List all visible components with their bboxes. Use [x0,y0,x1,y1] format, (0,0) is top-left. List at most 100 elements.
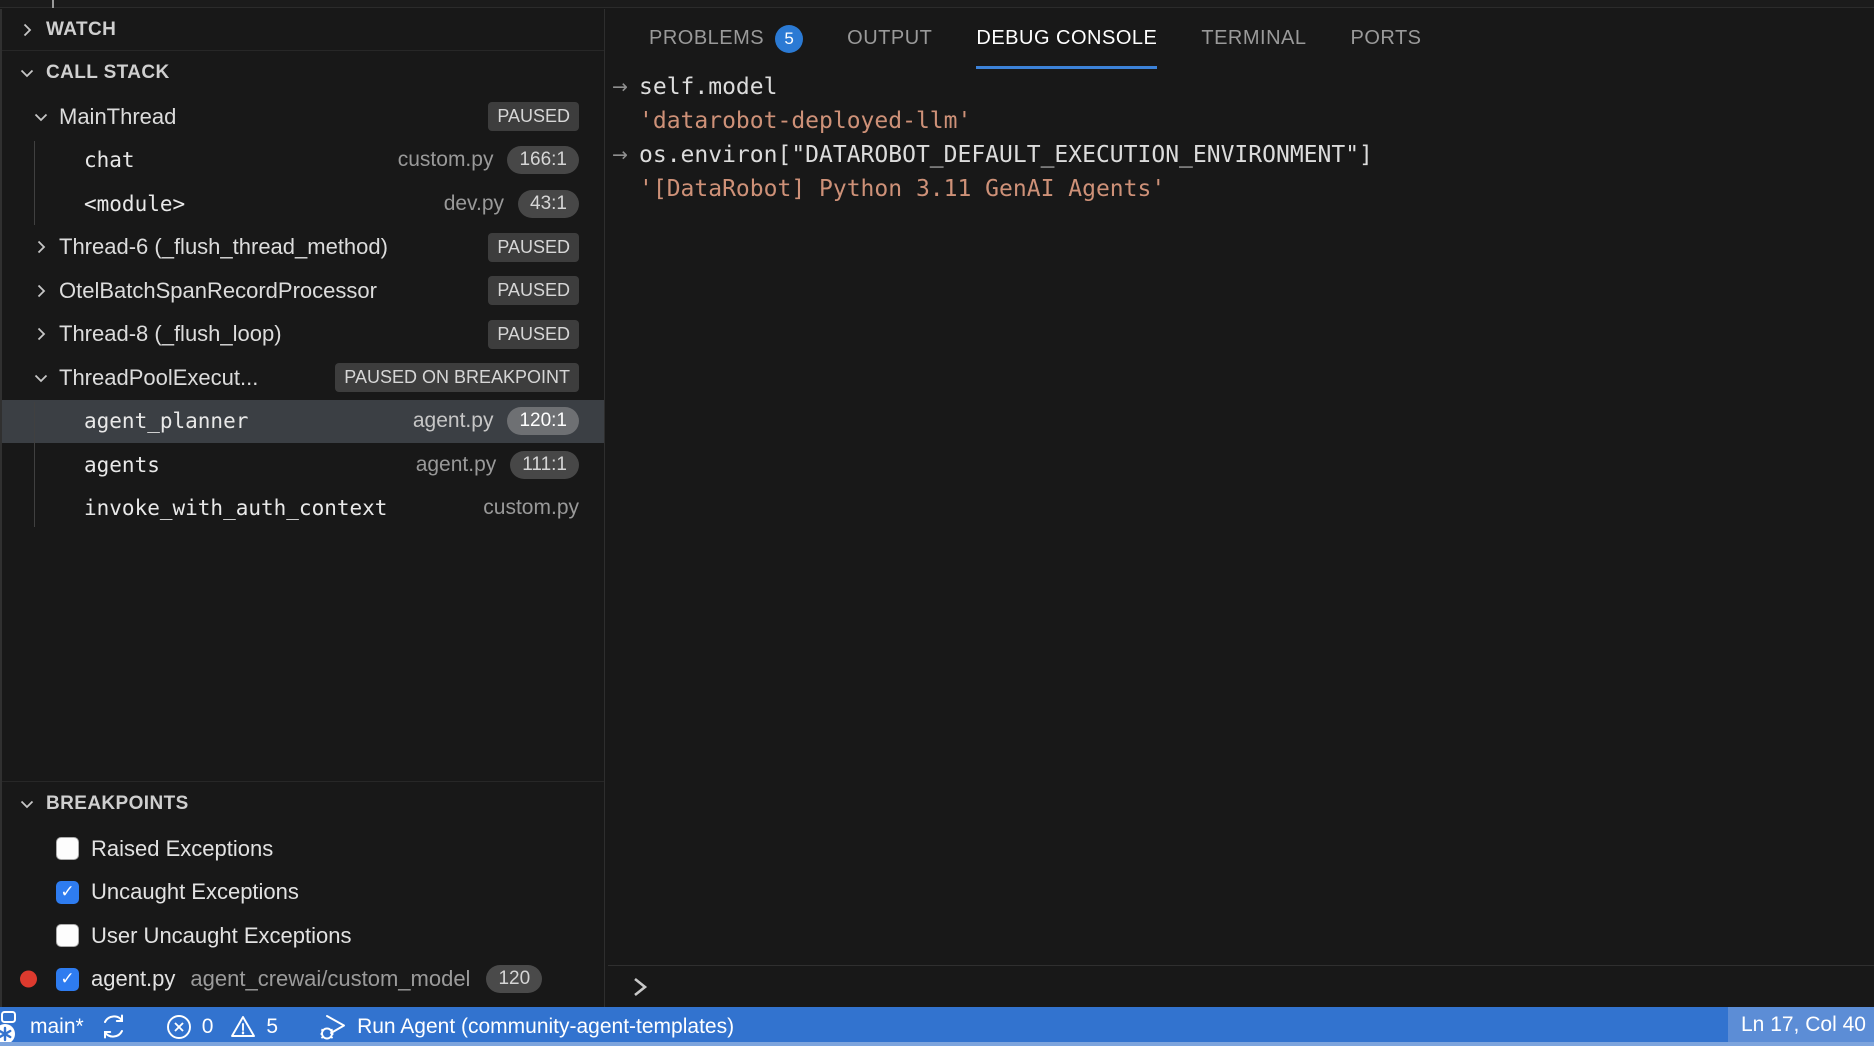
problems-count-badge: 5 [775,25,803,53]
breakpoint-line-badge: 120 [486,965,542,993]
run-config-label[interactable]: Run Agent (community-agent-templates) [357,1015,734,1039]
checkbox-unchecked[interactable] [56,837,79,860]
thread-status-badge: PAUSED [488,320,579,349]
chevron-right-icon [33,239,49,255]
panel-top-edge [0,0,1874,8]
checkbox-checked[interactable]: ✓ [56,881,79,904]
breakpoint-row[interactable]: User Uncaught Exceptions [2,914,604,958]
chevron-right-icon [33,283,49,299]
cursor-position-button[interactable]: Ln 17, Col 40 [1728,1007,1874,1042]
tab-terminal[interactable]: TERMINAL [1201,9,1306,68]
panel-tab-bar: PROBLEMS 5 OUTPUT DEBUG CONSOLE TERMINAL PORT… [608,9,1874,68]
call-stack-thread-row[interactable]: MainThreadPAUSED [2,95,604,139]
checkbox-unchecked[interactable] [56,924,79,947]
thread-name: MainThread [59,104,176,130]
debug-run-icon[interactable] [318,1013,348,1041]
window-bottom-edge [0,1042,1874,1046]
tab-label: PORTS [1350,27,1421,50]
chevron-down-icon [33,370,49,386]
cursor-position-label: Ln 17, Col 40 [1741,1013,1866,1037]
call-stack-section-header[interactable]: CALL STACK [2,52,604,94]
sync-icon[interactable] [100,1013,127,1040]
watch-section-header[interactable]: WATCH [2,9,604,51]
debug-console-output: →self.model 'datarobot-deployed-llm' → os.e… [608,70,1874,206]
breakpoints-section-title: BREAKPOINTS [46,793,189,815]
branch-name-label[interactable]: main* [30,1015,84,1039]
frame-name: <module> [84,192,185,216]
frame-location-badge: 111:1 [510,451,579,479]
thread-status-badge: PAUSED [488,233,579,262]
call-stack-frame-row[interactable]: chat custom.py 166:1 [2,139,604,183]
console-result: 'datarobot-deployed-llm' [608,104,1874,138]
call-stack-frame-row[interactable]: agent_planneragent.py120:1 [2,400,604,444]
thread-status-badge: PAUSED ON BREAKPOINT [335,363,579,392]
scroll-tick [52,0,54,8]
breakpoint-label: agent.py [91,966,175,992]
warning-count[interactable]: 5 [266,1015,278,1039]
breakpoint-row[interactable]: Raised Exceptions [2,827,604,871]
frame-file-name: custom.py [483,496,579,520]
error-count[interactable]: 0 [202,1015,214,1039]
breakpoint-label: Uncaught Exceptions [91,879,299,905]
frame-file-name: agent.py [413,409,494,433]
frame-name: agents [84,453,160,477]
breakpoints-list: Raised Exceptions ✓ Uncaught Exceptions Use… [2,827,604,1001]
tab-problems[interactable]: PROBLEMS 5 [649,9,803,68]
console-input-echo: → os.environ["DATAROBOT_DEFAULT_EXECUTION… [608,138,1874,172]
frame-file-name: custom.py [398,148,494,172]
call-stack-section-title: CALL STACK [46,62,170,84]
call-stack-frame-row[interactable]: <module>dev.py43:1 [2,182,604,226]
indent-guide [34,141,35,225]
breakpoint-row[interactable]: ✓ Uncaught Exceptions [2,871,604,915]
breakpoint-dot-icon [20,971,37,988]
breakpoints-section-header[interactable]: BREAKPOINTS [2,783,604,825]
call-stack-frame-row[interactable]: agents agent.py 111:1 [2,443,604,487]
thread-status-badge: PAUSED [488,276,579,305]
call-stack-thread-row[interactable]: Thread-8 (_flush_loop)PAUSED [2,313,604,357]
section-divider [2,781,604,782]
git-branch-icon[interactable] [0,1009,26,1045]
checkbox-checked[interactable]: ✓ [56,968,79,991]
input-arrow-icon: → [612,76,628,98]
tab-label: PROBLEMS [649,27,764,50]
debug-side-panel: WATCH CALL STACK MainThreadPAUSEDchatcus… [0,9,605,1007]
chevron-down-icon [19,796,35,812]
tab-label: DEBUG CONSOLE [976,27,1157,50]
console-text: '[DataRobot] Python 3.11 GenAI Agents' [639,176,1165,202]
breakpoint-path: agent_crewai/custom_model [190,966,470,992]
input-arrow-icon: → [612,144,628,166]
breakpoint-label: Raised Exceptions [91,836,273,862]
tab-label: OUTPUT [847,27,932,50]
call-stack-frame-row[interactable]: invoke_with_auth_contextcustom.py [2,487,604,531]
tab-ports[interactable]: PORTS [1350,9,1421,68]
frame-name: chat [84,148,135,172]
prompt-chevron-icon [630,975,650,999]
console-text: 'datarobot-deployed-llm' [639,108,971,134]
frame-location-badge: 120:1 [507,407,579,435]
indent-guide [34,402,35,527]
call-stack-thread-row[interactable]: ThreadPoolExecut... PAUSED ON BREAKPOINT [2,356,604,400]
tab-label: TERMINAL [1201,27,1306,50]
status-bar: main* 0 5 [0,1007,1874,1046]
call-stack-list: MainThreadPAUSEDchatcustom.py166:1<modul… [2,95,604,530]
console-input-echo: →self.model [608,70,1874,104]
thread-name: OtelBatchSpanRecordProcessor [59,278,377,304]
debug-console-input[interactable] [608,965,1874,1007]
breakpoint-label: User Uncaught Exceptions [91,923,351,949]
tab-output[interactable]: OUTPUT [847,9,932,68]
frame-location-badge: 166:1 [507,146,579,174]
call-stack-thread-row[interactable]: Thread-6 (_flush_thread_method)PAUSED [2,226,604,270]
chevron-right-icon [33,326,49,342]
chevron-right-icon [19,22,35,38]
call-stack-thread-row[interactable]: OtelBatchSpanRecordProcessor PAUSED [2,269,604,313]
breakpoint-row[interactable]: ✓ agent.py agent_crewai/custom_model 120 [2,958,604,1002]
frame-file-name: dev.py [444,192,504,216]
console-result: '[DataRobot] Python 3.11 GenAI Agents' [608,172,1874,206]
frame-file-name: agent.py [416,453,497,477]
thread-name: ThreadPoolExecut... [59,365,258,391]
errors-icon[interactable] [165,1013,193,1041]
warnings-icon[interactable] [229,1013,257,1041]
bottom-panel: PROBLEMS 5 OUTPUT DEBUG CONSOLE TERMINAL PORT… [608,9,1874,1007]
tab-debug-console[interactable]: DEBUG CONSOLE [976,9,1157,68]
console-text: os.environ["DATAROBOT_DEFAULT_EXECUTION_… [639,142,1373,168]
